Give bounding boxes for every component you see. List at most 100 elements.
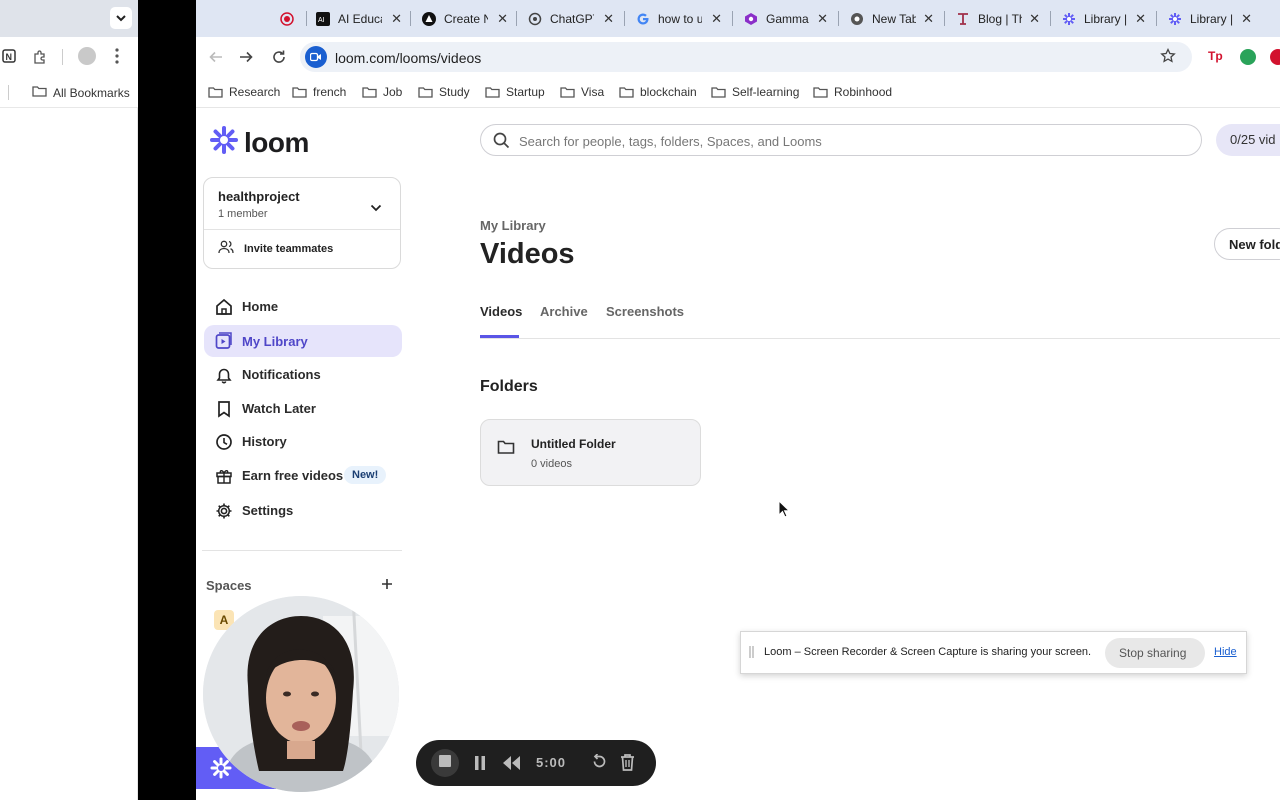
new-folder-button[interactable]: New fold	[1214, 228, 1280, 260]
sidebar-item-settings[interactable]: Settings	[204, 495, 402, 526]
forward-icon[interactable]	[238, 49, 254, 70]
video-count-pill[interactable]: 0/25 vid	[1216, 124, 1280, 156]
bookmark-robinhood[interactable]: Robinhood	[813, 85, 892, 99]
svg-text:N: N	[6, 52, 13, 62]
trash-icon[interactable]	[620, 753, 635, 776]
tab-create[interactable]: Create N ✕	[422, 6, 508, 31]
tab-new-tab[interactable]: New Tab ✕	[850, 6, 934, 31]
toolbar-divider	[62, 49, 63, 65]
sidebar-item-home[interactable]: Home	[204, 291, 402, 322]
site-info-icon[interactable]	[305, 46, 327, 68]
invite-teammates-button[interactable]: Invite teammates	[204, 230, 400, 268]
bookmark-label: french	[313, 85, 347, 99]
close-icon[interactable]: ✕	[1135, 11, 1146, 27]
folder-icon	[560, 87, 575, 98]
sidebar-item-watch-later[interactable]: Watch Later	[204, 393, 402, 424]
record-icon	[280, 11, 294, 26]
close-icon[interactable]: ✕	[711, 11, 722, 27]
mouse-cursor-icon	[778, 499, 791, 523]
close-icon[interactable]: ✕	[923, 11, 934, 27]
bookmark-research[interactable]: Research	[208, 85, 280, 99]
grammar-extension-icon[interactable]	[1240, 49, 1256, 65]
notion-icon[interactable]: N	[2, 49, 16, 68]
gift-icon	[214, 466, 234, 486]
workspace-switcher[interactable]: healthproject 1 member	[204, 178, 400, 229]
tab-blog[interactable]: Blog | Th ✕	[956, 6, 1040, 31]
tab-strip: AI AI Educa ✕ Create N ✕ ChatGPT ✕ how t…	[196, 0, 1280, 37]
create-favicon	[422, 11, 436, 26]
tab-library-2[interactable]: Library | ✕	[1168, 6, 1252, 31]
tab-chatgpt[interactable]: ChatGPT ✕	[528, 6, 614, 31]
workspace-members: 1 member	[218, 208, 268, 220]
close-icon[interactable]: ✕	[391, 11, 402, 27]
bookmark-study[interactable]: Study	[418, 85, 470, 99]
sidebar-item-notifications[interactable]: Notifications	[204, 359, 402, 390]
restart-icon[interactable]	[591, 753, 607, 775]
stop-sharing-label: Stop sharing	[1119, 646, 1187, 660]
tab-separator	[1050, 11, 1051, 26]
sidebar-item-label: Home	[242, 299, 279, 314]
tab-archive[interactable]: Archive	[540, 304, 588, 319]
close-icon[interactable]: ✕	[497, 11, 508, 27]
sidebar-item-my-library[interactable]: My Library	[204, 325, 402, 357]
folder-card[interactable]: Untitled Folder 0 videos	[480, 419, 701, 486]
tab-videos[interactable]: Videos	[480, 304, 522, 319]
loom-logo[interactable]: loom	[210, 126, 309, 159]
tab-google-search[interactable]: how to u ✕	[636, 6, 722, 31]
bookmark-job[interactable]: Job	[362, 85, 402, 99]
left-browser-window: N All Bookmarks	[0, 0, 138, 800]
stop-sharing-button[interactable]: Stop sharing	[1105, 638, 1205, 668]
drag-handle-icon[interactable]	[749, 645, 755, 664]
bookmark-blockchain[interactable]: blockchain	[619, 85, 697, 99]
pause-icon[interactable]	[474, 756, 486, 775]
webcam-bubble[interactable]	[203, 596, 399, 792]
bookmark-label: Robinhood	[834, 85, 893, 99]
tab-separator	[732, 11, 733, 26]
tab-library-1[interactable]: Library | ✕	[1062, 6, 1146, 31]
folder-icon	[418, 87, 433, 98]
url-text: loom.com/looms/videos	[335, 50, 482, 66]
gamma-favicon	[744, 12, 758, 26]
bookmark-startup[interactable]: Startup	[485, 85, 545, 99]
back-icon[interactable]	[208, 49, 224, 70]
tab-gamma[interactable]: Gamma ✕	[744, 6, 828, 31]
left-toolbar: N	[0, 37, 138, 77]
profile-avatar[interactable]	[78, 47, 96, 65]
extension-icon[interactable]	[1270, 49, 1280, 65]
tp-extension-icon[interactable]: Tp	[1208, 49, 1223, 63]
rewind-icon[interactable]	[503, 756, 521, 775]
svg-text:AI: AI	[318, 17, 325, 24]
close-icon[interactable]: ✕	[817, 11, 828, 27]
bookmark-french[interactable]: french	[292, 85, 346, 99]
reload-icon[interactable]	[271, 49, 287, 70]
sidebar-item-history[interactable]: History	[204, 426, 402, 457]
close-icon[interactable]: ✕	[603, 11, 614, 27]
tab-list-button[interactable]	[110, 7, 132, 29]
hide-link[interactable]: Hide	[1214, 646, 1237, 658]
star-icon[interactable]	[1160, 47, 1176, 69]
bookmark-self-learning[interactable]: Self-learning	[711, 85, 799, 99]
tab-ai-education[interactable]: AI AI Educa ✕	[316, 6, 402, 31]
sidebar-item-earn-free-videos[interactable]: Earn free videos New!	[204, 460, 402, 491]
main-content: Search for people, tags, folders, Spaces…	[408, 108, 1280, 800]
tab-screenshots[interactable]: Screenshots	[606, 304, 684, 319]
tab-label: Library |	[1190, 11, 1234, 26]
address-bar[interactable]: loom.com/looms/videos	[300, 42, 1192, 72]
loom-sidebar: loom healthproject 1 member Invite teamm…	[196, 108, 408, 800]
library-icon	[214, 331, 234, 351]
close-icon[interactable]: ✕	[1241, 11, 1252, 27]
spaces-heading: Spaces	[206, 578, 252, 593]
menu-icon[interactable]	[114, 47, 120, 70]
close-icon[interactable]: ✕	[1029, 11, 1040, 27]
breadcrumb[interactable]: My Library	[480, 218, 546, 233]
bookmark-visa[interactable]: Visa	[560, 85, 604, 99]
tab-label: Library |	[1084, 11, 1128, 26]
bookmarks-bar: Research french Job Study Startup Visa b…	[196, 77, 1280, 108]
search-input[interactable]: Search for people, tags, folders, Spaces…	[480, 124, 1202, 156]
stop-recording-button[interactable]	[431, 749, 459, 777]
webcam-person-image	[203, 596, 399, 792]
all-bookmarks-button[interactable]: All Bookmarks	[32, 85, 130, 100]
add-space-icon[interactable]	[381, 577, 393, 595]
folder-icon	[32, 85, 47, 100]
extensions-icon[interactable]	[32, 49, 48, 70]
